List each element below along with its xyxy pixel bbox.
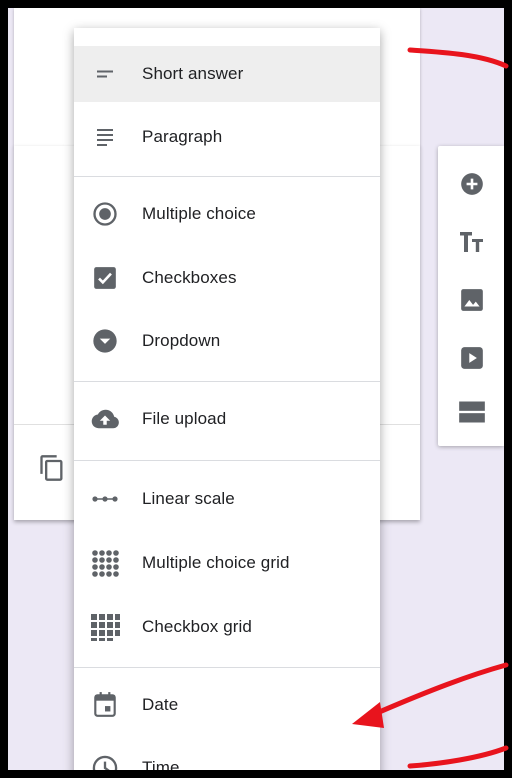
copy-icon[interactable] — [38, 454, 66, 482]
menu-item-label: Date — [142, 695, 179, 714]
checkbox-icon — [90, 263, 120, 293]
menu-item-label: File upload — [142, 409, 227, 428]
menu-item-time[interactable]: Time — [74, 740, 380, 770]
menu-item-dropdown[interactable]: Dropdown — [74, 313, 380, 369]
menu-item-checkboxes[interactable]: Checkboxes — [74, 250, 380, 306]
short-answer-icon — [90, 59, 120, 89]
dropdown-circle-icon — [90, 326, 120, 356]
menu-divider — [74, 667, 380, 668]
menu-item-label: Multiple choice grid — [142, 553, 290, 572]
menu-item-file-upload[interactable]: File upload — [74, 391, 380, 447]
question-toolbar — [438, 146, 504, 446]
menu-divider — [74, 381, 380, 382]
menu-item-multiple-choice-grid[interactable]: Multiple choice grid — [74, 535, 380, 591]
menu-item-label: Linear scale — [142, 489, 235, 508]
menu-item-checkbox-grid[interactable]: Checkbox grid — [74, 599, 380, 655]
menu-item-multiple-choice[interactable]: Multiple choice — [74, 186, 380, 242]
linear-scale-icon — [90, 484, 120, 514]
screenshot-frame: Short answer Paragraph Multiple choice C… — [8, 8, 504, 770]
calendar-icon — [90, 690, 120, 720]
menu-item-label: Paragraph — [142, 127, 223, 146]
menu-item-paragraph[interactable]: Paragraph — [74, 109, 380, 165]
menu-item-label: Multiple choice — [142, 204, 256, 223]
menu-item-label: Short answer — [142, 64, 244, 83]
paragraph-icon — [90, 122, 120, 152]
dot-grid-icon — [90, 548, 120, 578]
menu-divider — [74, 176, 380, 177]
menu-item-label: Time — [142, 758, 180, 770]
cloud-upload-icon — [90, 404, 120, 434]
menu-item-label: Dropdown — [142, 331, 221, 350]
add-image-icon[interactable] — [458, 286, 486, 314]
menu-item-label: Checkbox grid — [142, 617, 252, 636]
clock-icon — [90, 753, 120, 770]
add-video-icon[interactable] — [458, 344, 486, 372]
menu-divider — [74, 460, 380, 461]
add-title-icon[interactable] — [458, 228, 486, 256]
menu-item-short-answer[interactable]: Short answer — [74, 46, 380, 102]
menu-item-date[interactable]: Date — [74, 677, 380, 733]
add-question-icon[interactable] — [458, 170, 486, 198]
add-section-icon[interactable] — [458, 398, 486, 426]
square-grid-icon — [90, 612, 120, 642]
menu-item-linear-scale[interactable]: Linear scale — [74, 471, 380, 527]
question-type-menu: Short answer Paragraph Multiple choice C… — [74, 28, 380, 770]
radio-button-icon — [90, 199, 120, 229]
menu-item-label: Checkboxes — [142, 268, 237, 287]
